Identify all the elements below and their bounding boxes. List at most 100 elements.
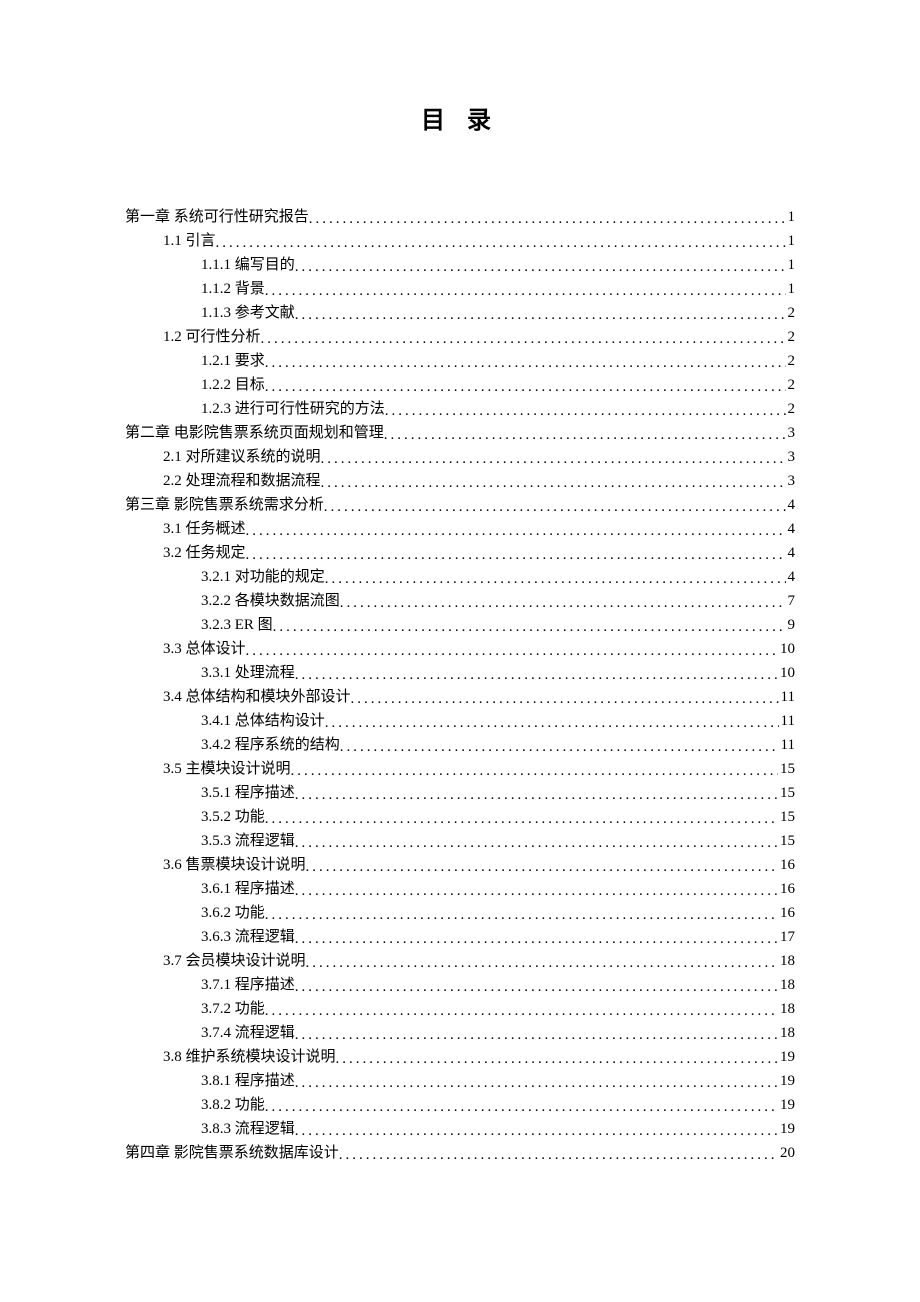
toc-entry-page: 3	[786, 469, 796, 493]
toc-entry-text: 3.2.1 对功能的规定	[201, 565, 325, 589]
toc-entry-page: 10	[778, 637, 795, 661]
toc-leader-dots	[295, 927, 778, 951]
toc-leader-dots	[324, 495, 786, 519]
toc-entry: 3.2.1 对功能的规定4	[125, 565, 795, 589]
toc-list: 第一章 系统可行性研究报告11.1 引言11.1.1 编写目的11.1.2 背景…	[125, 205, 795, 1165]
toc-entry: 第二章 电影院售票系统页面规划和管理3	[125, 421, 795, 445]
toc-entry-page: 15	[778, 829, 795, 853]
toc-entry: 3.3 总体设计 10	[125, 637, 795, 661]
toc-entry: 3.5.3 流程逻辑 15	[125, 829, 795, 853]
toc-entry-text: 3.5.3 流程逻辑	[201, 829, 295, 853]
toc-leader-dots	[216, 231, 786, 255]
toc-entry-page: 2	[786, 373, 796, 397]
toc-entry-page: 19	[778, 1117, 795, 1141]
toc-entry-text: 3.6 售票模块设计说明	[163, 853, 306, 877]
toc-entry-page: 3	[786, 421, 796, 445]
toc-leader-dots	[265, 375, 786, 399]
toc-entry: 3.6.2 功能16	[125, 901, 795, 925]
toc-entry: 3.7.2 功能 18	[125, 997, 795, 1021]
toc-entry-page: 10	[778, 661, 795, 685]
toc-leader-dots	[295, 303, 786, 327]
toc-leader-dots	[306, 951, 778, 975]
toc-entry-text: 3.3 总体设计	[163, 637, 246, 661]
toc-leader-dots	[295, 975, 778, 999]
toc-entry-page: 11	[779, 685, 795, 709]
toc-leader-dots	[291, 759, 778, 783]
toc-entry-text: 第四章 影院售票系统数据库设计	[125, 1141, 339, 1165]
toc-entry-text: 3.8 维护系统模块设计说明	[163, 1045, 336, 1069]
toc-entry-page: 18	[778, 949, 795, 973]
toc-entry-page: 16	[778, 853, 795, 877]
toc-entry-page: 18	[778, 1021, 795, 1045]
toc-entry-text: 3.6.1 程序描述	[201, 877, 295, 901]
toc-entry-text: 3.4 总体结构和模块外部设计	[163, 685, 351, 709]
toc-entry-page: 2	[786, 301, 796, 325]
toc-entry-page: 16	[778, 901, 795, 925]
toc-entry: 3.4 总体结构和模块外部设计 11	[125, 685, 795, 709]
toc-entry-page: 18	[778, 997, 795, 1021]
toc-entry-text: 1.2.2 目标	[201, 373, 265, 397]
toc-entry-page: 9	[786, 613, 796, 637]
toc-entry-page: 1	[786, 205, 796, 229]
toc-leader-dots	[339, 1143, 778, 1167]
toc-entry-text: 3.8.3 流程逻辑	[201, 1117, 295, 1141]
toc-entry-page: 4	[786, 493, 796, 517]
toc-leader-dots	[265, 999, 778, 1023]
toc-entry: 2.1 对所建议系统的说明3	[125, 445, 795, 469]
toc-entry-page: 15	[778, 805, 795, 829]
toc-entry-text: 3.7.4 流程逻辑	[201, 1021, 295, 1045]
toc-entry: 1.2 可行性分析2	[125, 325, 795, 349]
toc-entry-page: 1	[786, 229, 796, 253]
toc-leader-dots	[306, 855, 778, 879]
toc-entry-text: 3.7.2 功能	[201, 997, 265, 1021]
toc-leader-dots	[265, 807, 778, 831]
toc-entry: 1.1 引言1	[125, 229, 795, 253]
toc-entry-text: 3.5 主模块设计说明	[163, 757, 291, 781]
toc-entry-text: 3.8.1 程序描述	[201, 1069, 295, 1093]
toc-entry-page: 1	[786, 253, 796, 277]
toc-entry-text: 3.6.3 流程逻辑	[201, 925, 295, 949]
toc-leader-dots	[265, 903, 778, 927]
toc-entry: 1.1.1 编写目的 1	[125, 253, 795, 277]
toc-entry-page: 4	[786, 541, 796, 565]
toc-entry-text: 3.8.2 功能	[201, 1093, 265, 1117]
toc-entry-page: 7	[786, 589, 796, 613]
toc-entry-text: 第一章 系统可行性研究报告	[125, 205, 309, 229]
toc-entry: 3.7.1 程序描述18	[125, 973, 795, 997]
toc-entry-page: 1	[786, 277, 796, 301]
toc-entry: 3.3.1 处理流程10	[125, 661, 795, 685]
toc-leader-dots	[261, 327, 786, 351]
toc-leader-dots	[265, 279, 786, 303]
toc-entry-text: 3.4.2 程序系统的结构	[201, 733, 340, 757]
toc-entry: 1.2.1 要求2	[125, 349, 795, 373]
toc-leader-dots	[321, 447, 786, 471]
toc-entry: 第一章 系统可行性研究报告 1	[125, 205, 795, 229]
toc-entry: 3.4.1 总体结构设计11	[125, 709, 795, 733]
toc-entry: 3.5 主模块设计说明15	[125, 757, 795, 781]
toc-entry-text: 3.7 会员模块设计说明	[163, 949, 306, 973]
toc-leader-dots	[295, 1071, 778, 1095]
toc-leader-dots	[246, 519, 786, 543]
toc-entry: 1.2.2 目标 2	[125, 373, 795, 397]
toc-entry: 3.8 维护系统模块设计说明 19	[125, 1045, 795, 1069]
toc-entry: 2.2 处理流程和数据流程3	[125, 469, 795, 493]
toc-entry: 3.5.2 功能 15	[125, 805, 795, 829]
toc-leader-dots	[336, 1047, 778, 1071]
toc-leader-dots	[295, 783, 778, 807]
toc-entry-text: 1.1.1 编写目的	[201, 253, 295, 277]
toc-entry: 1.2.3 进行可行性研究的方法2	[125, 397, 795, 421]
toc-entry-text: 1.1.2 背景	[201, 277, 265, 301]
toc-leader-dots	[340, 591, 786, 615]
toc-entry-page: 16	[778, 877, 795, 901]
toc-entry-text: 3.2.3 ER 图	[201, 613, 273, 637]
toc-entry-text: 3.5.2 功能	[201, 805, 265, 829]
toc-entry: 3.6.1 程序描述 16	[125, 877, 795, 901]
toc-leader-dots	[295, 663, 778, 687]
toc-entry-page: 2	[786, 349, 796, 373]
toc-entry: 1.1.2 背景 1	[125, 277, 795, 301]
toc-leader-dots	[325, 711, 779, 735]
toc-leader-dots	[321, 471, 786, 495]
toc-entry-page: 11	[779, 733, 795, 757]
toc-entry: 3.2.2 各模块数据流图7	[125, 589, 795, 613]
toc-entry-page: 19	[778, 1045, 795, 1069]
